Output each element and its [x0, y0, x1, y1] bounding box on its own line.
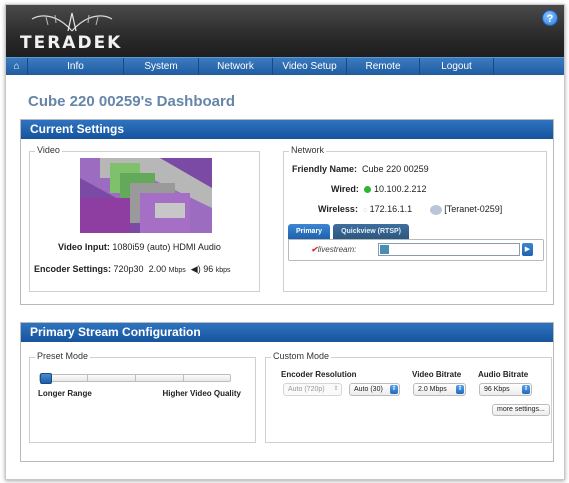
access-point-icon [429, 204, 442, 215]
select-arrows-icon: ⇕ [333, 386, 339, 392]
encoder-resolution-value: 720p30 [113, 264, 144, 274]
friendly-name-row: Friendly Name: Cube 220 00259 [292, 164, 429, 174]
select-arrows-icon: ⇕ [522, 385, 530, 394]
stream-go-button[interactable]: ▶ [522, 243, 533, 256]
slider-segment [135, 375, 136, 381]
video-input-label: Video Input: [58, 242, 110, 252]
home-icon[interactable]: ⌂ [6, 58, 28, 75]
nav-item-network[interactable]: Network [199, 58, 273, 75]
stream-thumbnail-icon [380, 245, 389, 254]
teradek-logo: TERADEK [16, 11, 126, 53]
select-arrows-icon: ⇕ [390, 385, 398, 394]
wired-row: Wired: 10.100.2.212 [331, 184, 427, 194]
encoder-bitrate-unit: Mbps [168, 267, 186, 274]
video-bitrate-label: Video Bitrate [412, 370, 462, 379]
logo-text: TERADEK [20, 33, 123, 53]
video-group: Video Video Input: 1080i59 (auto) HDMI A… [29, 145, 260, 292]
preset-slider-thumb[interactable] [40, 373, 52, 384]
framerate-select-value: Auto (30) [354, 386, 383, 393]
encoder-settings-row: Encoder Settings: 720p30 2.00 Mbps ◀) 96… [34, 264, 231, 275]
resolution-select: Auto (720p) ⇕ [283, 383, 342, 396]
video-group-label: Video [35, 145, 62, 155]
header-bar: TERADEK ? [6, 5, 564, 57]
nav-item-logout[interactable]: Logout [420, 58, 494, 75]
main-nav: ⌂ Info System Network Video Setup Remote… [6, 57, 564, 75]
livestream-logo: ✔livestream: [311, 245, 357, 254]
video-input-value: 1080i59 (auto) [112, 242, 171, 252]
wireless-row: Wireless: ◌ 172.16.1.1 [Teranet-0259] [318, 204, 502, 215]
browser-window: TERADEK ? ⌂ Info System Network Video Se… [5, 4, 565, 480]
select-arrows-icon: ⇕ [456, 385, 464, 394]
wired-status-icon [363, 186, 371, 194]
stream-tabs: Primary Quickview (RTSP) [288, 224, 412, 239]
resolution-select-value: Auto (720p) [288, 386, 325, 393]
encoder-resolution-label: Encoder Resolution [281, 370, 357, 379]
friendly-name-value: Cube 220 00259 [362, 164, 429, 174]
preset-left-label: Longer Range [38, 389, 92, 398]
audio-bitrate-unit: kbps [215, 267, 231, 274]
preset-slider-track[interactable] [39, 373, 231, 384]
nav-item-video-setup[interactable]: Video Setup [273, 58, 347, 75]
tab-quickview-rtsp[interactable]: Quickview (RTSP) [333, 224, 409, 239]
video-input-row: Video Input: 1080i59 (auto) HDMI Audio [58, 242, 221, 252]
network-group: Network Friendly Name: Cube 220 00259 Wi… [283, 145, 547, 292]
encoder-bitrate-value: 2.00 [148, 264, 167, 274]
audio-bitrate-select-value: 96 Kbps [484, 386, 510, 393]
slider-segment [183, 375, 184, 381]
wireless-icon: ◌ [362, 207, 368, 214]
tab-primary[interactable]: Primary [288, 224, 331, 239]
wired-ip-value: 10.100.2.212 [373, 184, 427, 194]
nav-item-info[interactable]: Info [28, 58, 124, 75]
preset-mode-label: Preset Mode [35, 351, 91, 361]
speaker-icon: ◀) [190, 264, 201, 274]
audio-bitrate-select[interactable]: 96 Kbps ⇕ [479, 383, 532, 396]
more-settings-button[interactable]: more settings... [492, 404, 550, 416]
video-bitrate-select-value: 2.0 Mbps [418, 386, 447, 393]
wireless-label: Wireless: [318, 204, 358, 214]
stream-config-title: Primary Stream Configuration [21, 323, 553, 342]
logo-wings-icon [31, 12, 113, 32]
help-icon[interactable]: ? [542, 10, 558, 26]
framerate-select[interactable]: Auto (30) ⇕ [349, 383, 400, 396]
primary-tab-content: ✔livestream: ▶ [288, 239, 544, 261]
video-preview-thumbnail [80, 158, 212, 233]
audio-input-value: HDMI Audio [172, 242, 221, 252]
stream-config-panel: Primary Stream Configuration Preset Mode… [20, 322, 554, 462]
wireless-ip-value: 172.16.1.1 [369, 204, 413, 214]
current-settings-title: Current Settings [21, 120, 553, 139]
current-settings-panel: Current Settings Video Video Input: 1080… [20, 119, 554, 305]
ssid-value: [Teranet-0259] [444, 204, 503, 214]
custom-mode-group: Custom Mode Encoder Resolution Video Bit… [265, 351, 552, 443]
video-bitrate-select[interactable]: 2.0 Mbps ⇕ [413, 383, 466, 396]
audio-bitrate-value: 96 [203, 264, 214, 274]
preset-mode-group: Preset Mode Longer Range Higher Video Qu… [29, 351, 256, 443]
network-group-label: Network [289, 145, 327, 155]
stream-destination-field[interactable] [378, 243, 520, 256]
encoder-settings-label: Encoder Settings: [34, 264, 112, 274]
wired-label: Wired: [331, 184, 359, 194]
livestream-logo-mark: ✔ [311, 245, 318, 254]
audio-bitrate-label: Audio Bitrate [478, 370, 529, 379]
slider-segment [87, 375, 88, 381]
page-title: Cube 220 00259's Dashboard [28, 93, 235, 110]
custom-mode-label: Custom Mode [271, 351, 332, 361]
friendly-name-label: Friendly Name: [292, 164, 358, 174]
nav-item-remote[interactable]: Remote [347, 58, 420, 75]
preset-right-label: Higher Video Quality [162, 389, 241, 398]
nav-item-system[interactable]: System [124, 58, 199, 75]
